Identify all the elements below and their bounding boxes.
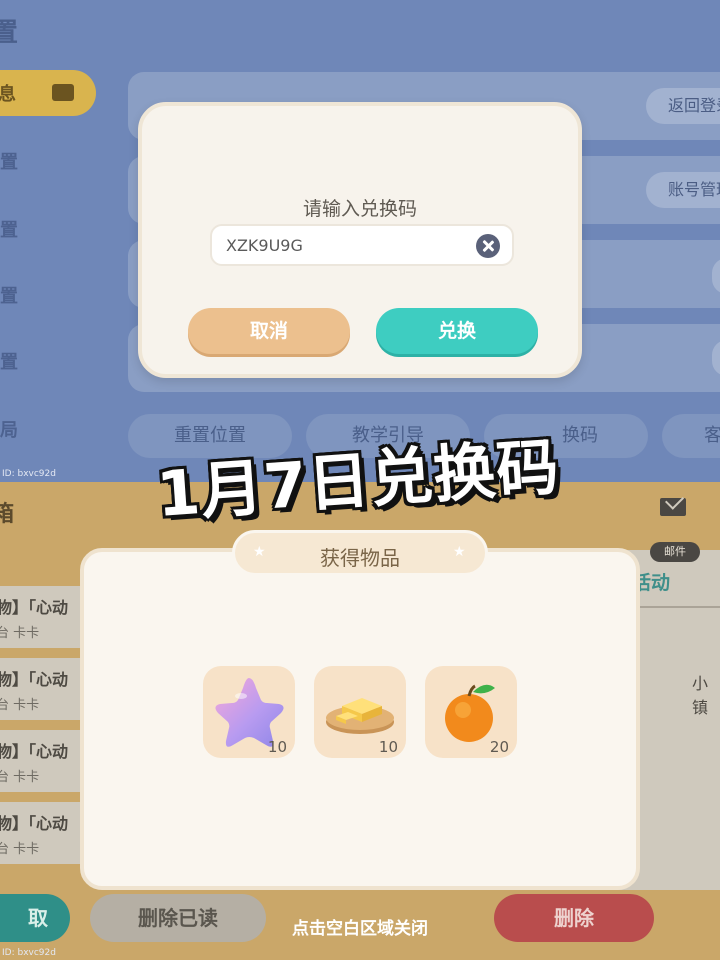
redeem-code-value: XZK9U9G [226, 236, 303, 255]
reward-popup-header: ★ 获得物品 ★ [232, 530, 488, 576]
clear-icon[interactable] [476, 234, 500, 258]
sidebar-tab-label: 息 [0, 84, 16, 105]
mail-item-sender: 台 卡卡 [0, 770, 40, 785]
sidebar-item[interactable]: 置 [0, 348, 18, 374]
reward-item[interactable]: 20 [425, 666, 517, 758]
mail-tab-label: 邮件 [650, 542, 700, 562]
reward-item[interactable]: 10 [314, 666, 406, 758]
reward-popup-title: 获得物品 [320, 546, 400, 570]
mail-list-item[interactable]: 物】「心动 台 卡卡 [0, 658, 92, 720]
mail-item-sender: 台 卡卡 [0, 698, 40, 713]
sidebar-tab-info[interactable]: 息 [0, 70, 96, 116]
mail-item-title: 物】「心动 [0, 814, 69, 833]
mail-list-item[interactable]: 物】「心动 台 卡卡 [0, 802, 92, 864]
sidebar-item[interactable]: 置 [0, 216, 18, 242]
player-id-label: ID: bxvc92d [2, 948, 56, 958]
redeem-dialog: 请输入兑换码 XZK9U9G 取消 兑换 [138, 102, 582, 378]
sidebar-item[interactable]: 置 [0, 148, 18, 174]
mail-item-sender: 台 卡卡 [0, 626, 40, 641]
reward-item-qty: 10 [378, 738, 398, 756]
redeem-dialog-title: 请输入兑换码 [302, 198, 417, 220]
reward-item[interactable]: 10 [203, 666, 295, 758]
mail-item-sender: 台 卡卡 [0, 842, 40, 857]
mail-list-item[interactable]: 物】「心动 台 卡卡 [0, 730, 92, 792]
redeem-code-input[interactable]: XZK9U9G [210, 224, 514, 266]
mail-item-title: 物】「心动 [0, 598, 69, 617]
reward-item-qty: 10 [267, 738, 287, 756]
sidebar-item[interactable]: 置 [0, 282, 18, 308]
mail-title: 箱 [0, 502, 15, 527]
envelope-icon [660, 498, 686, 516]
sidebar-item[interactable]: 局 [0, 416, 18, 442]
service-button[interactable]: 客 [662, 414, 720, 458]
event-name-label: 小镇 [692, 674, 709, 717]
reward-item-qty: 20 [489, 738, 509, 756]
cancel-button[interactable]: 取消 [188, 308, 350, 354]
id-card-icon [52, 84, 74, 101]
close-hint[interactable]: 点击空白区域关闭 [0, 914, 720, 939]
star-icon: ★ [453, 544, 466, 560]
mail-tab-button[interactable]: 邮件 [650, 496, 700, 562]
redeem-button[interactable]: 兑换 [376, 308, 538, 354]
player-id-label: ID: bxvc92d [2, 469, 56, 479]
mail-item-title: 物】「心动 [0, 742, 69, 761]
settings-title: 置 [0, 18, 19, 48]
back-to-login-button[interactable]: 返回登录 [645, 88, 720, 124]
account-manage-button[interactable]: 账号管理 [645, 172, 720, 208]
mail-item-title: 物】「心动 [0, 670, 69, 689]
mail-list-item[interactable]: 物】「心动 台 卡卡 [0, 586, 92, 648]
